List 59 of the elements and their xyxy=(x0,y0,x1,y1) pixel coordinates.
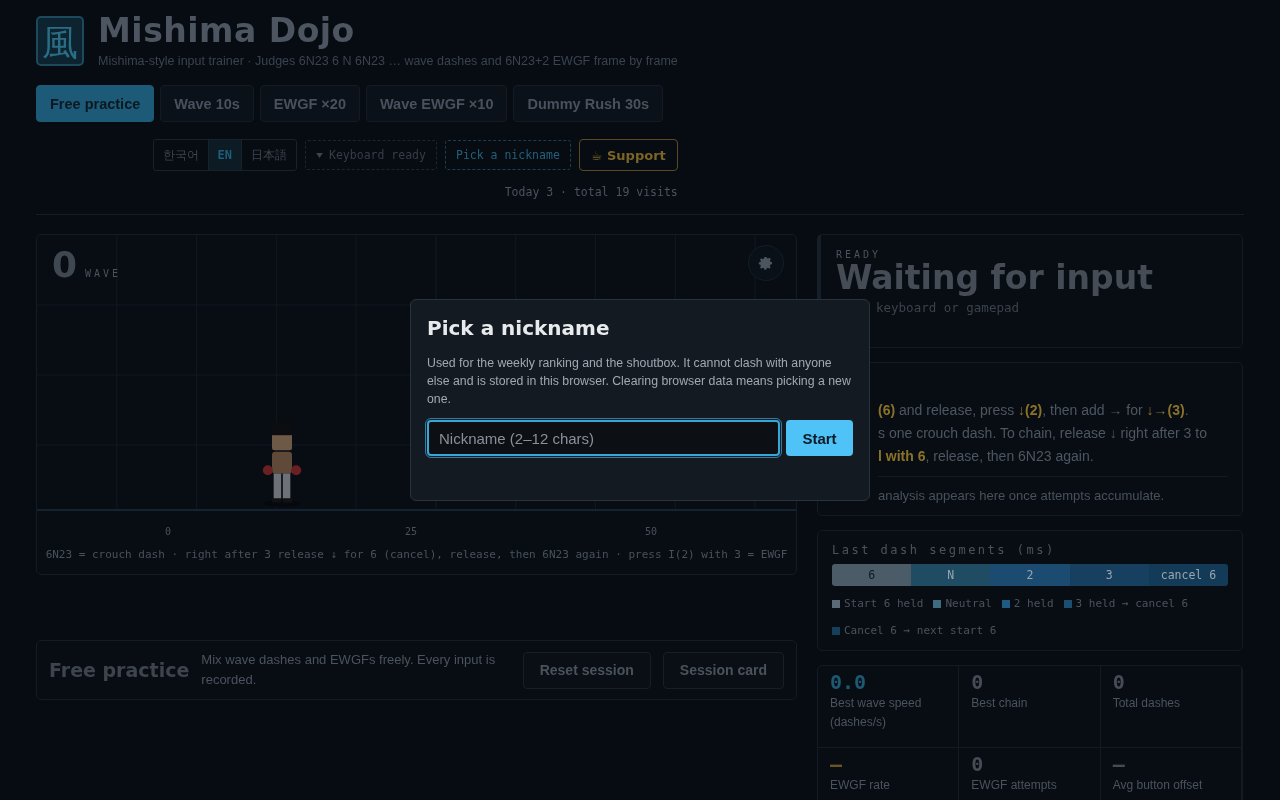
guide-text: l with 6, release, then 6N23 again. xyxy=(878,447,1095,466)
stat-label: Best wave speed (dashes/s) xyxy=(830,695,923,731)
segment-bar: N xyxy=(911,564,991,586)
wave-count: 0 xyxy=(52,245,78,285)
settings-button[interactable] xyxy=(748,245,784,281)
stat-label: EWGF rate xyxy=(830,777,891,794)
status-title: Waiting for input xyxy=(836,260,1154,296)
nickname-button[interactable]: Pick a nickname xyxy=(444,140,571,170)
session-button[interactable]: Reset session xyxy=(522,651,651,689)
legend-label: Cancel 6 → next start 6 xyxy=(844,623,997,639)
support-button[interactable]: ☕ Support xyxy=(578,139,678,171)
stat-label: Avg button offset xyxy=(1112,777,1204,794)
stat-value: – xyxy=(1112,752,1126,776)
segment-bar: cancel 6 xyxy=(1148,564,1228,586)
status-label: READY xyxy=(836,249,883,260)
axis-label: 25 xyxy=(405,526,418,537)
mode-tab[interactable]: Dummy Rush 30s xyxy=(513,85,664,122)
wave-label: WAVE xyxy=(85,268,122,279)
language-option[interactable]: EN xyxy=(208,140,242,170)
mode-description: Mix wave dashes and EWGFs freely. Every input is recorded. xyxy=(201,651,497,689)
axis-label: 0 xyxy=(165,526,172,537)
stat-value: 0 xyxy=(971,752,985,776)
legend-label: Neutral xyxy=(945,596,992,612)
guide-text: s one crouch dash. To chain, release ↓ right after 3 to xyxy=(878,424,1208,443)
start-button[interactable]: Start xyxy=(786,420,853,456)
stat-value: – xyxy=(830,752,844,776)
mode-tab[interactable]: Free practice xyxy=(36,85,155,122)
mode-tab[interactable]: EWGF ×20 xyxy=(259,85,360,122)
legend-label: 3 held → cancel 6 xyxy=(1075,596,1189,612)
stat-value: 0 xyxy=(1112,670,1126,694)
stat-label: EWGF attempts xyxy=(971,777,1058,794)
mode-tab[interactable]: Wave EWGF ×10 xyxy=(365,85,508,122)
segment-bar: 2 xyxy=(990,564,1070,586)
guide-note: analysis appears here once attempts accumulate. xyxy=(878,488,1165,503)
segments-title: Last dash segments (ms) xyxy=(832,543,1057,557)
logo: 風 xyxy=(36,16,84,66)
legend-label: 2 held xyxy=(1013,596,1054,612)
guide-text: (6) and release, press ↓(2), then add → for ↓→(3). xyxy=(878,401,1190,420)
dialog-text: Used for the weekly ranking and the shoutbox. It cannot clash with anyone else and is stored in this browser. Clearing browser data means picking a new one. xyxy=(427,355,852,408)
axis-label: 50 xyxy=(645,526,658,537)
session-button[interactable]: Session card xyxy=(662,651,784,689)
mode-tab[interactable]: Wave 10s xyxy=(160,85,254,122)
visit-counter: Today 3 · total 19 visits xyxy=(504,185,678,199)
legend-label: Start 6 held xyxy=(844,596,924,612)
app-title: Mishima Dojo xyxy=(98,12,356,50)
mode-title: Free practice xyxy=(49,659,190,681)
stage-caption: 6N23 = crouch dash · right after 3 release ↓ for 6 (cancel), release, then 6N23 again · press I(2) with 3 = EWGF xyxy=(44,547,789,563)
stat-label: Best chain xyxy=(971,695,1029,712)
app-subtitle: Mishima-style input trainer · Judges 6N23 6 N 6N23 … wave dashes and 6N23+2 EWGF frame by frame xyxy=(98,54,678,68)
segment-bar: 3 xyxy=(1069,564,1149,586)
segment-bar: 6 xyxy=(832,564,912,586)
dialog-title: Pick a nickname xyxy=(427,316,611,340)
settings-icon xyxy=(758,255,774,271)
caret-icon xyxy=(316,152,323,158)
stat-label: Total dashes xyxy=(1112,695,1182,712)
stat-value: 0.0 xyxy=(830,670,868,694)
nickname-field[interactable]: Nickname (2–12 chars) xyxy=(427,420,780,456)
language-option[interactable]: 한국어 xyxy=(153,140,209,170)
stat-value: 0 xyxy=(971,670,985,694)
